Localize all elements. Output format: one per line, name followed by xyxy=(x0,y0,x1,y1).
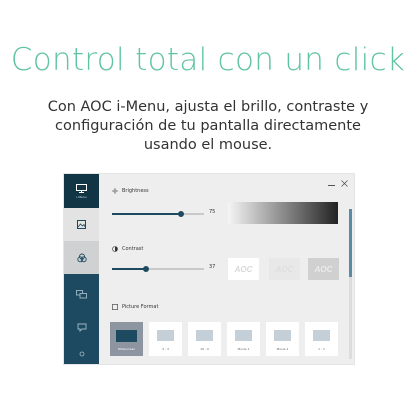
contrast-section: Contrast xyxy=(112,246,143,252)
format-option-movie-2[interactable]: Movie 2 xyxy=(266,322,299,356)
dual-screen-icon xyxy=(76,290,87,299)
chat-icon xyxy=(77,323,86,332)
subtitle-line-3: usando el mouse. xyxy=(143,137,273,153)
scrollbar[interactable] xyxy=(349,209,352,359)
format-option-4-3[interactable]: 4 : 3 xyxy=(149,322,182,356)
brightness-slider-fill xyxy=(112,213,181,215)
format-label: 16 : 9 xyxy=(200,347,209,351)
sidebar-item-message[interactable] xyxy=(64,311,99,344)
contrast-icon xyxy=(112,246,118,252)
contrast-preview-1: AOC xyxy=(228,258,259,280)
format-label: 4 : 3 xyxy=(162,347,169,351)
headline: Control total con un click xyxy=(10,42,406,78)
brightness-label: Brightness xyxy=(122,188,149,194)
subtitle-line-1: Con AOC i-Menu, ajusta el brillo, contra… xyxy=(47,99,369,115)
format-thumb xyxy=(274,330,291,341)
sun-icon xyxy=(112,188,118,194)
sidebar-item-color[interactable] xyxy=(64,241,99,274)
format-label: Widescreen xyxy=(117,347,136,351)
format-label: Movie 1 xyxy=(237,347,250,351)
brightness-preview xyxy=(228,202,338,224)
picture-format-icon xyxy=(112,304,118,310)
format-thumb xyxy=(157,330,174,341)
subtitle: Con AOC i-Menu, ajusta el brillo, contra… xyxy=(28,98,388,155)
minimize-icon[interactable] xyxy=(328,185,335,186)
subtitle-line-2: configuración de tu pantalla directament… xyxy=(55,118,361,134)
contrast-slider[interactable] xyxy=(112,266,204,272)
format-thumb xyxy=(116,330,137,342)
monitor-icon xyxy=(76,183,87,193)
contrast-slider-fill xyxy=(112,268,147,270)
format-option-1-1[interactable]: 1 : 1 xyxy=(305,322,338,356)
format-option-16-9[interactable]: 16 : 9 xyxy=(188,322,221,356)
picture-format-options: Widescreen 4 : 3 16 : 9 Movie 1 Movie 2 … xyxy=(110,322,338,356)
format-thumb xyxy=(235,330,252,341)
format-thumb xyxy=(313,330,330,341)
sidebar-item-i-menu[interactable]: i-Menu xyxy=(64,174,99,208)
contrast-preview-2: AOC xyxy=(269,258,300,280)
sidebar: i-Menu xyxy=(64,174,99,364)
contrast-label: Contrast xyxy=(122,246,144,252)
format-option-widescreen[interactable]: Widescreen xyxy=(110,322,143,356)
format-thumb xyxy=(196,330,213,341)
gear-icon xyxy=(79,351,84,357)
picture-format-label: Picture Format xyxy=(122,304,159,310)
contrast-value: 37 xyxy=(209,264,216,270)
close-icon[interactable] xyxy=(341,180,348,187)
imenu-window: i-Menu Brightness 75 Contrast 37 AOC AOC… xyxy=(63,173,355,365)
sidebar-item-picture[interactable] xyxy=(64,208,99,241)
sidebar-item-settings[interactable] xyxy=(64,344,99,364)
picture-format-section: Picture Format xyxy=(112,304,158,310)
format-option-movie-1[interactable]: Movie 1 xyxy=(227,322,260,356)
contrast-slider-knob[interactable] xyxy=(143,266,150,272)
scrollbar-thumb[interactable] xyxy=(349,209,352,277)
sidebar-item-display[interactable] xyxy=(64,278,99,311)
sidebar-logo-label: i-Menu xyxy=(76,194,87,199)
contrast-preview-3: AOC xyxy=(308,258,339,280)
brightness-slider-knob[interactable] xyxy=(178,211,184,217)
window-controls xyxy=(328,180,348,187)
format-label: Movie 2 xyxy=(276,347,289,351)
brightness-section: Brightness xyxy=(112,188,149,194)
brightness-value: 75 xyxy=(209,209,216,215)
picture-icon xyxy=(77,220,86,229)
color-icon xyxy=(76,253,87,262)
format-label: 1 : 1 xyxy=(318,347,325,351)
brightness-slider[interactable] xyxy=(112,211,204,217)
